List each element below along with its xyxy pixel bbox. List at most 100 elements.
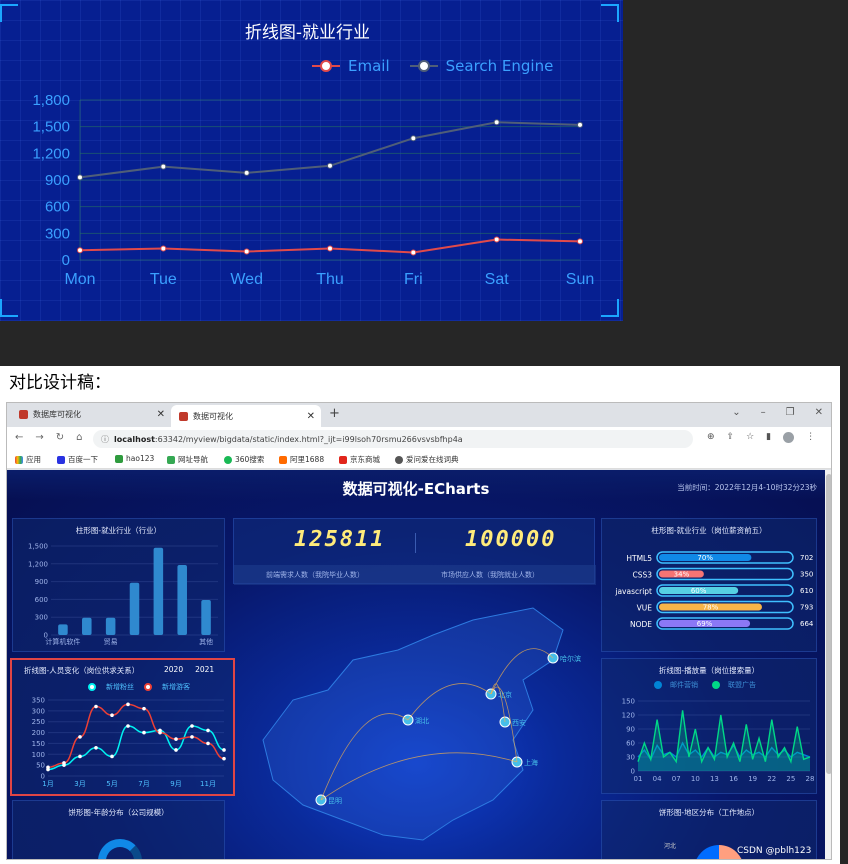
panel-skills-bar: 柱形图-就业行业（岗位薪资前五） HTML5 70% 702 CSS3 34% 350 ja… [601,518,817,652]
bookmark-apps[interactable]: 应用 [15,454,41,465]
back-icon[interactable]: ← [15,432,23,443]
city-label: 上海 [524,758,538,767]
home-icon[interactable]: ⌂ [76,432,82,443]
data-point [222,748,226,752]
forward-icon[interactable]: → [35,432,43,443]
x-tick-label: 22 [767,775,776,783]
y-tick-label: 250 [32,718,45,726]
panel-title: 饼形图-年龄分布（公司规模） [68,808,169,817]
panel-title: 饼形图-地区分布（工作地点） [658,808,760,817]
x-tick-label: Sat [485,271,510,288]
bookmark-hao123[interactable]: hao123 [115,454,154,463]
chevron-down-icon[interactable]: ⌄ [732,407,740,418]
data-point [190,724,194,728]
bookmark-label: 百度一下 [68,455,98,464]
skills-bar-chart: HTML5 70% 702 CSS3 34% 350 javascript 60% 610 VUE… [614,551,814,630]
data-point [222,756,226,761]
avatar[interactable] [783,432,795,443]
bookmark-label: 阿里1688 [290,455,325,464]
kpi-divider [415,533,416,553]
x-tick-label: 1月 [42,780,53,788]
kpi-supply-value: 100000 [465,527,557,552]
bookmark-label: hao123 [126,454,155,463]
data-point [77,174,83,181]
y-tick-label: 600 [35,596,48,604]
scrollbar-thumb[interactable] [826,474,831,774]
browser-tab-1[interactable]: 数据库可视化 ✕ [11,403,171,425]
data-point [62,761,66,765]
bar [177,564,187,635]
data-point [110,713,114,717]
y-tick-label: 150 [622,698,635,706]
search-360-icon [224,455,232,464]
close-icon[interactable]: ✕ [157,409,165,420]
skill-percent: 69% [697,620,713,628]
address-bar-row: ← → ↻ ⌂ ⓘ localhost :63342/myview/bigdat… [7,427,831,451]
bookmark-dict[interactable]: 爱问爱在线词典 [395,454,459,465]
x-tick-label: 04 [653,775,662,783]
y-tick-label: 1,500 [28,543,48,551]
data-point [174,748,178,752]
nav-buttons: ← → ↻ ⌂ [15,432,83,443]
reload-icon[interactable]: ↻ [56,432,64,443]
browser-window: 数据库可视化 ✕ 数据可视化 ✕ + ⌄ – ❐ ✕ ← → ↻ ⌂ ⓘ loc… [6,402,832,860]
new-tab-icon[interactable]: + [329,406,340,421]
browser-tab-2[interactable]: 数据可视化 ✕ [171,405,321,427]
share-icon[interactable]: ⇪ [727,432,735,443]
url-rest: :63342/myview/bigdata/static/index.html?… [154,434,463,444]
top-line-chart-panel: 折线图-就业行业 Email Search Engine 0 300 600 900 1… [0,0,623,321]
skill-total: 664 [800,620,814,628]
data-point [94,704,98,709]
url-input[interactable]: ⓘ localhost :63342/myview/bigdata/static… [93,430,693,448]
bar [129,582,140,635]
dashboard: 数据可视化-ECharts 当前时间：2022年12月4-10时32分23秒 柱… [7,470,825,859]
bookmark-label: 京东商城 [350,455,380,464]
info-icon: ⓘ [101,434,109,444]
bookmark-label: 360搜索 [235,455,265,464]
y-tick-label: 900 [45,172,70,189]
pie-label-hebei: 河北 [664,843,677,850]
close-window-icon[interactable]: ✕ [815,407,823,418]
top-chart-plot: 0 300 600 900 1,200 1,500 1,800 Mon Tue Wed Thu Fri… [32,92,594,288]
data-point [158,730,162,735]
data-point [493,236,500,243]
star-icon[interactable]: ☆ [746,432,754,443]
panel-staff-line: 折线图-人员变化（岗位供求关系） 2020 2021 新增粉丝 新增游客 0 50… [10,658,235,796]
data-point [577,121,583,128]
close-icon[interactable]: ✕ [307,411,315,422]
skill-label: NODE [630,620,652,629]
bookmark-360[interactable]: 360搜索 [224,454,264,465]
x-tick-label: 3月 [74,780,85,788]
panel-play-line: 折线图-播放量（岗位搜索量） 邮件营销 联盟广告 0 30 60 90 120 150 01… [601,658,817,794]
x-tick-label: 07 [672,775,681,783]
scrollbar[interactable] [825,470,831,859]
minimize-icon[interactable]: – [761,407,766,418]
bookmark-nav[interactable]: 网址导航 [167,454,208,465]
tab-1-label: 数据库可视化 [33,409,81,419]
data-point [327,162,333,169]
skill-label: HTML5 [626,554,652,563]
data-point [142,730,146,735]
x-tick-label: 计算机软件 [45,637,80,646]
y-tick-label: 90 [626,726,635,734]
kpi-supply-label: 市场供应人数（我院就业人数） [441,571,539,579]
bookmark-1688[interactable]: 阿里1688 [279,454,324,465]
zoom-icon[interactable]: ⊕ [707,432,715,443]
url-host: localhost [114,434,155,444]
y-tick-label: 1,200 [28,560,48,568]
tab-2-label: 数据可视化 [193,411,233,421]
baidu-icon [57,455,65,464]
data-point [174,737,178,741]
data-point [410,135,417,142]
bookmark-jd[interactable]: 京东商城 [339,454,380,465]
skill-total: 610 [800,587,813,595]
restore-icon[interactable]: ❐ [786,407,795,418]
city-label: 昆明 [328,797,342,805]
menu-icon[interactable]: ⋮ [806,432,815,443]
bookmark-baidu[interactable]: 百度一下 [57,454,98,465]
sidebar-icon[interactable]: ▮ [766,432,771,443]
y-tick-label: 30 [626,754,635,762]
y-tick-label: 150 [32,740,45,748]
x-tick-label: 16 [729,775,738,783]
hao123-icon [115,454,123,463]
